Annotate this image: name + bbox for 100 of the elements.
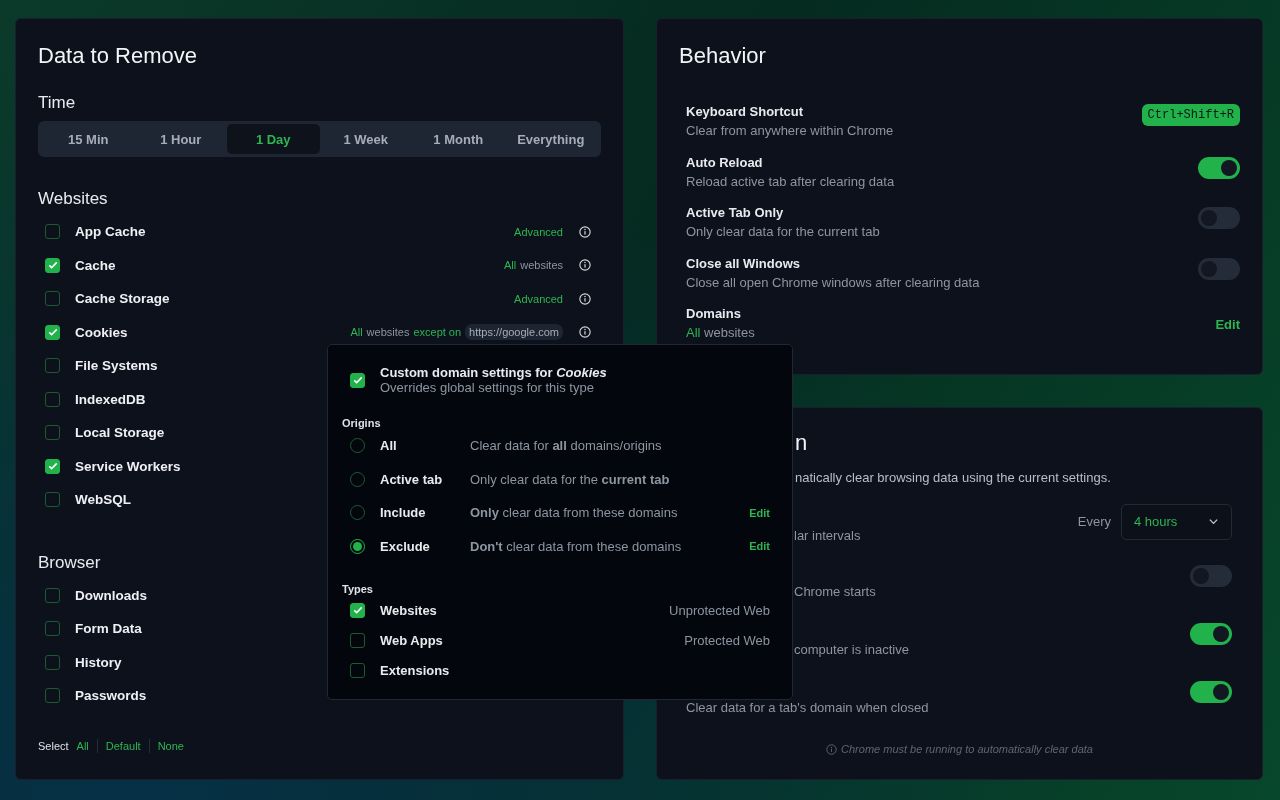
item-label: Form Data (75, 621, 142, 637)
time-range-option[interactable]: 1 Hour (134, 124, 227, 154)
option-description: Don't clear data from these domains (470, 538, 682, 554)
item-label: Downloads (75, 587, 147, 603)
time-range-option[interactable]: 1 Day (227, 124, 320, 154)
note-text: websites (520, 259, 563, 272)
setting-description: All websites (686, 324, 756, 343)
info-icon[interactable] (579, 292, 591, 305)
popover-title: Custom domain settings for Cookies (380, 365, 607, 380)
popover-subtitle: Overrides global settings for this type (380, 380, 595, 395)
note-link[interactable]: All (503, 259, 517, 272)
toggle-switch[interactable] (1190, 680, 1232, 703)
section-heading: Websites (38, 189, 109, 209)
checkbox[interactable] (45, 458, 60, 474)
info-icon[interactable] (579, 225, 591, 238)
item-label: Cache Storage (75, 291, 170, 307)
panel-title: Data to Remove (38, 43, 198, 69)
note-link[interactable]: All (350, 326, 363, 339)
setting-description: Clear from anywhere within Chrome (686, 122, 895, 141)
checkbox[interactable] (45, 257, 60, 273)
toggle-switch[interactable] (1198, 257, 1240, 280)
checkbox[interactable] (45, 291, 60, 307)
select-label: Select (38, 740, 69, 752)
shortcut-badge[interactable]: Ctrl+Shift+R (1141, 104, 1240, 127)
setting-title: Active Tab Only (686, 204, 785, 223)
toggle-switch[interactable] (1198, 207, 1240, 230)
item-label: App Cache (75, 224, 146, 240)
setting-description: computer is inactive (794, 641, 909, 657)
select-link[interactable]: Default (103, 740, 143, 752)
setting-description: Chrome starts (794, 583, 876, 599)
setting-title: Close all Windows (686, 254, 801, 273)
select-link[interactable]: All (74, 740, 91, 752)
select-link[interactable]: None (155, 740, 186, 752)
item-label: WebSQL (75, 492, 131, 508)
checkbox[interactable] (45, 492, 60, 508)
time-range-option[interactable]: Everything (504, 124, 597, 154)
setting-title: Keyboard Shortcut (686, 103, 804, 122)
section-heading: Time (38, 93, 77, 113)
panel-title: n (795, 429, 809, 456)
note-text: websites (366, 326, 410, 339)
note-link[interactable]: Advanced (514, 225, 563, 238)
item-label: Cache (75, 257, 116, 273)
option-label: Extensions (380, 662, 451, 678)
info-icon[interactable] (579, 326, 591, 339)
checkbox[interactable] (350, 632, 365, 648)
checkbox[interactable] (350, 662, 365, 678)
checkbox[interactable] (45, 358, 60, 374)
toggle-switch[interactable] (1190, 564, 1232, 587)
interval-label: Every (1077, 514, 1111, 531)
option-label: All (380, 438, 398, 454)
option-label: Exclude (380, 538, 431, 554)
checkbox[interactable] (45, 621, 60, 637)
info-icon[interactable] (579, 259, 591, 272)
checkbox[interactable] (350, 602, 365, 618)
checkbox[interactable] (45, 654, 60, 670)
checkbox[interactable] (45, 324, 60, 340)
checkbox[interactable] (45, 425, 60, 441)
setting-description: Close all open Chrome windows after clearing data (686, 273, 981, 292)
edit-link[interactable]: Edit (1215, 316, 1240, 332)
time-range-option[interactable]: 15 Min (42, 124, 135, 154)
option-description: Clear data for all domains/origins (470, 438, 662, 454)
type-note: Unprotected Web (669, 602, 770, 618)
setting-description: Reload active tab after clearing data (686, 172, 896, 191)
toggle-switch[interactable] (1190, 622, 1232, 645)
item-label: Cookies (75, 324, 128, 340)
time-range-option[interactable]: 1 Week (319, 124, 412, 154)
interval-dropdown[interactable]: 4 hours (1121, 503, 1232, 540)
setting-description: Clear data for a tab's domain when closed (686, 699, 929, 715)
item-label: IndexedDB (75, 391, 146, 407)
group-heading: Types (342, 583, 374, 595)
checkbox[interactable] (45, 587, 60, 603)
item-label: File Systems (75, 358, 158, 374)
checkbox[interactable] (45, 688, 60, 704)
item-label: Passwords (75, 688, 147, 704)
item-label: Service Workers (75, 458, 181, 474)
time-range-option[interactable]: 1 Month (412, 124, 505, 154)
item-label: History (75, 654, 122, 670)
checkbox[interactable] (45, 224, 60, 240)
checkbox[interactable] (350, 372, 365, 388)
option-label: Include (380, 505, 427, 521)
footnote: Chrome must be running to automatically clear data (841, 743, 1093, 755)
option-description: Only clear data from these domains (470, 505, 678, 521)
domain-chip: https://google.com (465, 324, 563, 341)
panel-title: Behavior (679, 43, 767, 69)
option-label: Active tab (380, 471, 444, 487)
option-description: Only clear data for the current tab (470, 471, 670, 487)
checkbox[interactable] (45, 391, 60, 407)
option-label: Websites (380, 602, 438, 618)
panel-description: natically clear browsing data using the current settings. (795, 468, 1112, 487)
item-label: Local Storage (75, 425, 165, 441)
edit-link[interactable]: Edit (749, 540, 770, 553)
toggle-switch[interactable] (1198, 156, 1240, 179)
setting-description: lar intervals (794, 527, 861, 543)
info-icon (826, 743, 838, 755)
chevron-down-icon (1208, 516, 1219, 527)
note-link[interactable]: Advanced (514, 292, 563, 305)
setting-title: Auto Reload (686, 153, 764, 172)
note-link[interactable]: except on (413, 326, 462, 339)
type-note: Protected Web (684, 632, 770, 648)
edit-link[interactable]: Edit (749, 506, 770, 519)
